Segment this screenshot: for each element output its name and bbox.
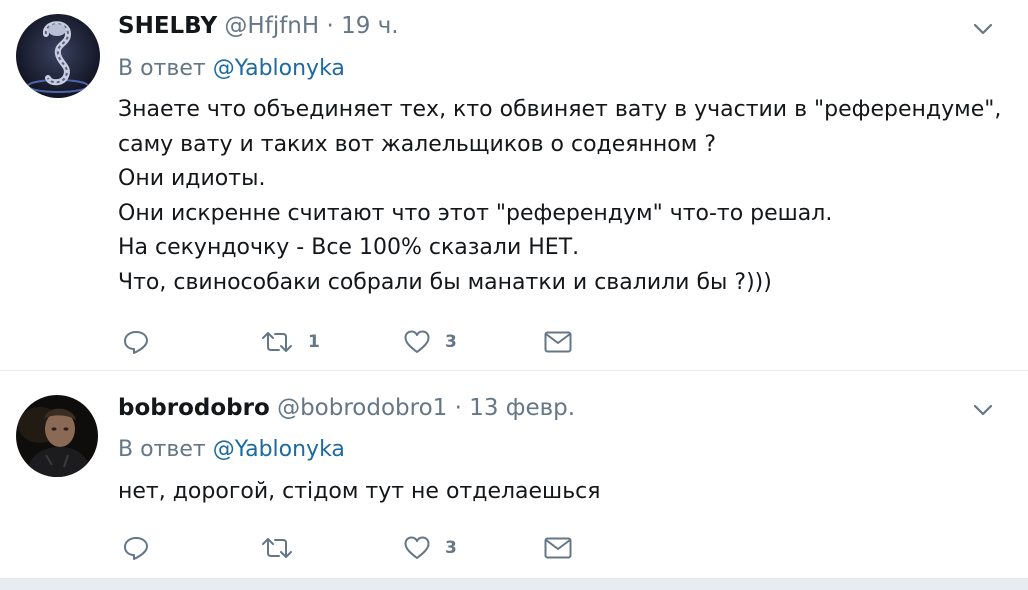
retweet-icon [262, 332, 292, 352]
avatar[interactable] [16, 14, 100, 98]
reply-button[interactable] [122, 327, 150, 357]
user-handle[interactable]: @bobrodobro1 [277, 395, 447, 421]
retweet-count: 1 [308, 332, 320, 352]
heart-icon [404, 330, 430, 353]
retweet-button[interactable]: 1 [260, 327, 320, 357]
tweet-text-line: Они искренне считают что этот "референду… [118, 200, 833, 226]
like-button[interactable]: 3 [403, 327, 457, 357]
tweet-actions: 1 3 [118, 327, 598, 357]
reply-icon [124, 331, 148, 354]
user-handle[interactable]: @HfjfnH [224, 13, 319, 39]
reply-prefix: В ответ [118, 437, 206, 462]
tweet-text: нет, дорогой, стідом тут не отделаешься [118, 475, 998, 510]
like-count: 3 [445, 538, 457, 558]
tweet-header: SHELBY @HfjfnH · 19 ч. [118, 11, 399, 41]
tweet-text: Знаете что объединяет тех, кто обвиняет … [118, 93, 1002, 300]
separator-dot: · [326, 13, 334, 39]
reply-mention-link[interactable]: @Yablonyka [213, 437, 345, 462]
reply-context: В ответ @Yablonyka [118, 55, 345, 83]
tweet-actions: 3 [118, 533, 598, 563]
timestamp[interactable]: 13 февр. [469, 395, 575, 421]
reply-prefix: В ответ [118, 56, 206, 81]
tweet-text-line: нет, дорогой, стідом тут не отделаешься [118, 479, 601, 504]
tweet[interactable]: bobrodobro @bobrodobro1 · 13 февр. В отв… [0, 371, 1028, 578]
like-button[interactable]: 3 [403, 533, 457, 563]
display-name[interactable]: SHELBY [118, 13, 217, 39]
heart-icon [404, 536, 430, 559]
cobra-avatar-image [16, 14, 100, 98]
tweet-text-line: саму вату и таких вот жалельщиков о соде… [118, 131, 717, 157]
tweet-text-line: Знаете что объединяет тех, кто обвиняет … [118, 97, 1002, 122]
separator-dot: · [454, 395, 462, 421]
profile-photo-image [16, 395, 98, 477]
envelope-icon [544, 331, 572, 353]
tweet-header: bobrodobro @bobrodobro1 · 13 февр. [118, 393, 575, 423]
timestamp[interactable]: 19 ч. [341, 13, 398, 39]
retweet-icon [262, 538, 292, 558]
tweet-text-line: На секундочку - Все 100% сказали НЕТ. [118, 235, 580, 260]
avatar[interactable] [16, 395, 98, 477]
reply-mention-link[interactable]: @Yablonyka [213, 56, 345, 81]
tweet-text-line: Что, свинособаки собрали бы манатки и св… [118, 269, 772, 295]
envelope-icon [544, 537, 572, 559]
like-count: 3 [445, 332, 457, 352]
tweet-text-line: Они идиоты. [118, 166, 266, 191]
reply-button[interactable] [122, 533, 150, 563]
tweet[interactable]: SHELBY @HfjfnH · 19 ч. В ответ @Yablonyk… [0, 0, 1028, 370]
chevron-down-icon [973, 23, 993, 35]
timeline-bottom-border [0, 578, 1028, 590]
more-options-button[interactable] [970, 16, 996, 42]
display-name[interactable]: bobrodobro [118, 395, 270, 421]
reply-icon [124, 537, 148, 560]
retweet-button[interactable] [260, 533, 308, 563]
direct-message-button[interactable] [543, 533, 573, 563]
reply-context: В ответ @Yablonyka [118, 436, 345, 464]
more-options-button[interactable] [970, 397, 996, 423]
chevron-down-icon [973, 404, 993, 416]
direct-message-button[interactable] [543, 327, 573, 357]
